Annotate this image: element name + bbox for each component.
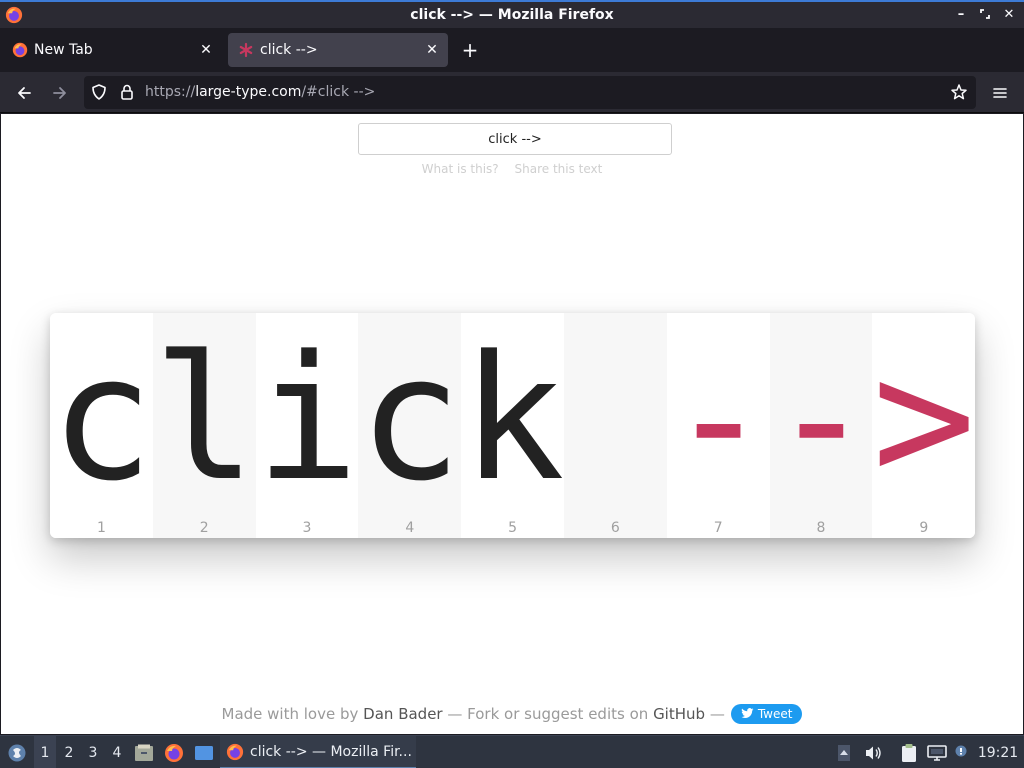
url-text[interactable]: https://large-type.com/#click --> xyxy=(145,84,375,100)
char-index: 8 xyxy=(816,520,826,536)
char-cell: -8 xyxy=(769,313,874,538)
close-window-icon[interactable]: ✕ xyxy=(1000,5,1018,23)
firefox-launcher[interactable] xyxy=(162,736,186,768)
bookmark-star-icon[interactable] xyxy=(950,83,968,101)
asterisk-favicon-icon xyxy=(239,42,253,58)
workspace-1[interactable]: 1 xyxy=(34,736,56,768)
tab-label: click --> xyxy=(260,42,318,58)
char-glyph: l xyxy=(152,318,257,519)
close-tab-icon[interactable]: ✕ xyxy=(198,42,214,58)
firefox-logo-icon xyxy=(5,6,23,24)
share-text-link[interactable]: Share this text xyxy=(515,162,603,176)
char-cell: c1 xyxy=(50,313,154,538)
char-index: 1 xyxy=(96,520,106,536)
large-type-display: c1l2i3c4k5 6-7-8 >9 xyxy=(50,313,975,538)
tray-expand-icon xyxy=(838,744,850,761)
what-is-this-link[interactable]: What is this? xyxy=(422,162,499,176)
firefox-window-icon xyxy=(226,743,244,760)
app-menu-button[interactable] xyxy=(4,736,30,768)
page-footer: Made with love by Dan Bader — Fork or su… xyxy=(1,704,1023,724)
window-titlebar: click --> — Mozilla Firefox – ✕ xyxy=(0,0,1024,28)
url-bar[interactable]: https://large-type.com/#click --> xyxy=(84,76,976,109)
window-title: click --> — Mozilla Firefox xyxy=(410,7,614,23)
tab-click-arrow[interactable]: click --> ✕ xyxy=(228,33,448,67)
char-index: 2 xyxy=(199,520,209,536)
twitter-bird-icon xyxy=(741,708,754,719)
tray-up-arrow[interactable] xyxy=(834,736,854,768)
tab-new-tab[interactable]: New Tab ✕ xyxy=(2,33,222,67)
network-tray[interactable] xyxy=(926,736,948,768)
back-button[interactable] xyxy=(11,80,37,106)
char-cell: l2 xyxy=(152,313,257,538)
firefox-tab-icon xyxy=(12,42,28,58)
footer-fork-text: — Fork or suggest edits on xyxy=(447,705,649,723)
speaker-icon xyxy=(866,746,881,759)
char-cell: i3 xyxy=(255,313,360,538)
tweet-label: Tweet xyxy=(757,706,793,721)
char-glyph: > xyxy=(872,318,975,519)
clipboard-tray[interactable] xyxy=(898,736,920,768)
char-cell: 6 xyxy=(563,313,667,538)
char-cell: k5 xyxy=(461,313,565,538)
tab-strip: New Tab ✕ click --> ✕ + xyxy=(0,28,1024,72)
start-menu-icon xyxy=(8,744,26,761)
file-manager-launcher[interactable] xyxy=(132,736,156,768)
char-index: 7 xyxy=(713,520,723,536)
workspace-3[interactable]: 3 xyxy=(82,736,104,768)
char-glyph: c xyxy=(358,318,462,519)
shield-icon[interactable] xyxy=(90,83,108,101)
menu-button[interactable] xyxy=(987,80,1013,106)
back-arrow-icon xyxy=(18,87,31,99)
new-tab-button[interactable]: + xyxy=(458,38,482,62)
taskbar-window-label: click --> — Mozilla Fir... xyxy=(250,743,412,760)
char-index: 4 xyxy=(405,520,415,536)
page-content: What is this? Share this text c1l2i3c4k5… xyxy=(1,114,1023,734)
char-glyph: i xyxy=(255,318,360,519)
char-cell: >9 xyxy=(872,313,975,538)
char-index: 3 xyxy=(302,520,312,536)
char-index: 5 xyxy=(508,520,518,536)
footer-made-with: Made with love by xyxy=(221,705,359,723)
forward-arrow-icon xyxy=(53,87,66,99)
firefox-icon xyxy=(165,743,183,762)
char-glyph: k xyxy=(461,318,565,519)
desktop-icon xyxy=(195,745,213,760)
workspace-2[interactable]: 2 xyxy=(58,736,80,768)
maximize-icon[interactable] xyxy=(976,5,994,23)
char-glyph: c xyxy=(50,318,154,519)
char-index: 9 xyxy=(919,520,929,536)
minimize-icon[interactable]: – xyxy=(952,5,970,23)
hamburger-menu-icon xyxy=(993,88,1007,98)
forward-button[interactable] xyxy=(47,80,73,106)
taskbar: 1 2 3 4 click --> — Mozilla Fir... 19:21 xyxy=(0,735,1024,768)
clipboard-icon xyxy=(902,743,916,762)
char-cell: c4 xyxy=(358,313,462,538)
char-index: 6 xyxy=(610,520,620,536)
volume-control[interactable] xyxy=(862,736,884,768)
desktop-launcher[interactable] xyxy=(192,736,216,768)
notification-info-icon xyxy=(955,745,967,756)
author-link[interactable]: Dan Bader xyxy=(363,705,442,723)
file-cabinet-icon xyxy=(135,744,153,761)
char-cell: -7 xyxy=(666,313,771,538)
tab-label: New Tab xyxy=(34,42,93,58)
taskbar-window-firefox[interactable]: click --> — Mozilla Fir... xyxy=(220,736,416,768)
workspace-4[interactable]: 4 xyxy=(106,736,128,768)
char-glyph: - xyxy=(769,318,874,519)
char-glyph: - xyxy=(666,318,771,519)
close-tab-icon[interactable]: ✕ xyxy=(424,42,440,58)
content-links: What is this? Share this text xyxy=(1,162,1023,176)
notification-tray[interactable] xyxy=(952,736,970,768)
navigation-toolbar: https://large-type.com/#click --> xyxy=(0,72,1024,113)
network-monitor-icon xyxy=(927,744,947,761)
taskbar-clock[interactable]: 19:21 xyxy=(976,736,1020,768)
lock-icon[interactable] xyxy=(118,83,136,101)
tweet-button[interactable]: Tweet xyxy=(730,704,803,724)
large-type-input[interactable] xyxy=(358,123,672,155)
github-link[interactable]: GitHub xyxy=(653,705,705,723)
footer-dash: — xyxy=(709,705,725,723)
